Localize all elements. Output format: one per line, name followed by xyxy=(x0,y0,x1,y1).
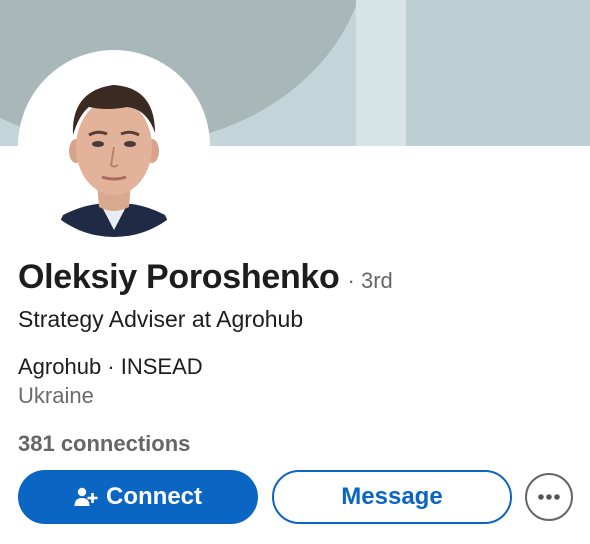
message-button[interactable]: Message xyxy=(272,470,512,524)
connect-button[interactable]: Connect xyxy=(18,470,258,524)
profile-location: Ukraine xyxy=(18,383,94,408)
banner-pane-shape xyxy=(406,0,590,146)
avatar[interactable] xyxy=(23,55,205,237)
banner-stripe-shape xyxy=(356,0,406,146)
avatar-portrait-icon xyxy=(23,55,205,237)
connections-count[interactable]: 381 connections xyxy=(18,431,190,457)
connection-degree: · 3rd xyxy=(347,268,393,293)
more-actions-button[interactable] xyxy=(525,473,573,521)
more-horizontal-icon xyxy=(538,494,560,500)
add-person-icon xyxy=(74,486,98,508)
avatar-frame[interactable] xyxy=(18,50,210,242)
name-row: Oleksiy Poroshenko · 3rd xyxy=(18,258,393,297)
profile-name: Oleksiy Poroshenko xyxy=(18,258,340,296)
profile-headline: Strategy Adviser at Agrohub xyxy=(18,306,304,332)
profile-org[interactable]: Agrohub · INSEAD xyxy=(18,354,203,380)
connect-button-label: Connect xyxy=(106,483,202,510)
message-button-label: Message xyxy=(341,483,443,510)
